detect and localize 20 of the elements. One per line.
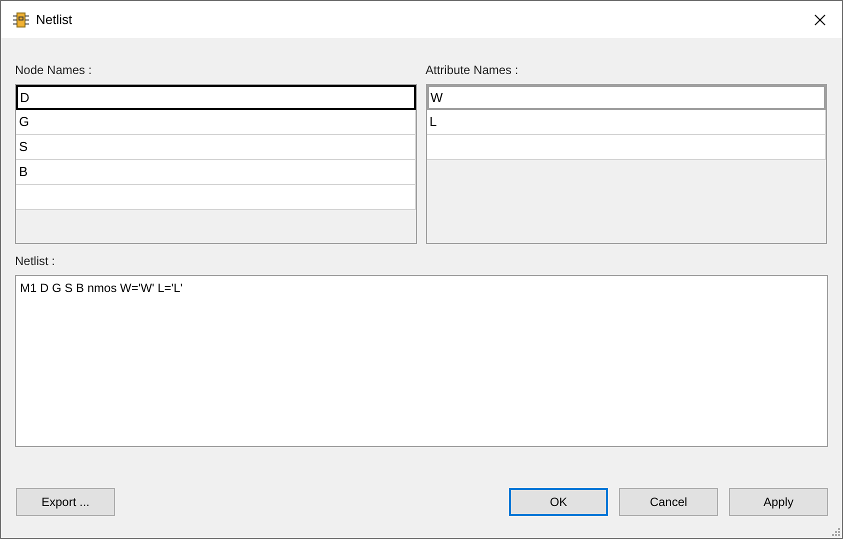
new-row-cell[interactable] bbox=[16, 185, 416, 210]
window-title: Netlist bbox=[36, 12, 74, 27]
grid-cell[interactable]: S bbox=[16, 135, 416, 160]
grid-cell[interactable]: B bbox=[16, 160, 416, 185]
dialog-button[interactable]: Cancel bbox=[619, 488, 718, 516]
grid-cell[interactable]: G bbox=[16, 110, 416, 135]
netlist-text-area[interactable]: M1 D G S B nmos W='W' L='L' bbox=[15, 275, 828, 447]
dialog-button[interactable]: Apply bbox=[729, 488, 828, 516]
grid-cell[interactable]: D bbox=[16, 85, 416, 110]
dialog-button[interactable]: Export ... bbox=[16, 488, 115, 516]
grid-cell[interactable]: L bbox=[426, 110, 826, 135]
new-row-cell[interactable] bbox=[426, 135, 826, 160]
section-label: Node Names : bbox=[15, 63, 93, 77]
section-label: Attribute Names : bbox=[426, 63, 520, 77]
close-icon[interactable] bbox=[814, 14, 826, 26]
grid-cell[interactable]: W bbox=[426, 85, 826, 110]
resize-grip-icon[interactable] bbox=[832, 528, 840, 536]
section-label: Netlist : bbox=[15, 254, 56, 268]
circuit-icon bbox=[13, 12, 29, 28]
dialog-button[interactable]: OK bbox=[509, 488, 608, 516]
